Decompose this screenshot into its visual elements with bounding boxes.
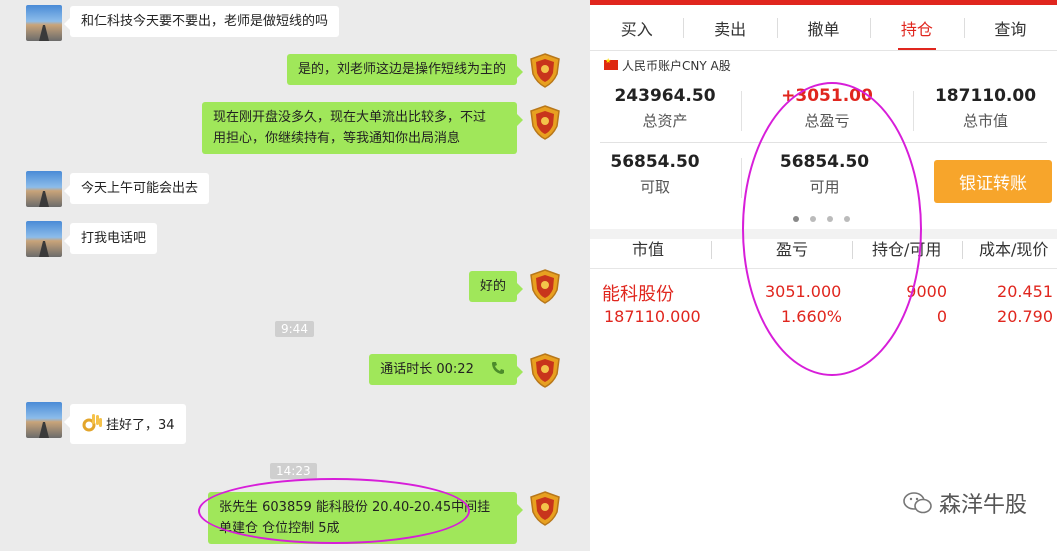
chat-message-left: 今天上午可能会出去 bbox=[63, 173, 210, 204]
chat-message-right: 张先生 603859 能科股份 20.40-20.45中间挂 单建仓 仓位控制 … bbox=[208, 492, 523, 544]
advisor-shield-avatar[interactable] bbox=[527, 490, 563, 526]
ok-hand-emoji-icon bbox=[82, 414, 102, 432]
shield-icon bbox=[530, 105, 560, 140]
page-dot bbox=[810, 216, 816, 222]
tab-sell[interactable]: 卖出 bbox=[683, 5, 776, 50]
chat-timestamp: 9:44 bbox=[275, 321, 314, 337]
header-cost-price[interactable]: 成本/现价 bbox=[979, 239, 1048, 261]
account-label: 人民币账户CNY A股 bbox=[622, 58, 731, 73]
wechat-icon bbox=[903, 492, 932, 514]
message-text-line: 单建仓 仓位控制 5成 bbox=[219, 521, 340, 536]
position-price: 20.790 bbox=[997, 307, 1053, 326]
total-market-value-cell: 187110.00 总市值 bbox=[914, 86, 1057, 131]
total-pnl-value: +3051.00 bbox=[781, 86, 873, 106]
user-avatar[interactable] bbox=[26, 171, 62, 207]
screenshot-root: 和仁科技今天要不要出，老师是做短线的吗 是的，刘老师这边是操作短线为主的 现在刚… bbox=[0, 0, 1057, 551]
section-separator bbox=[590, 229, 1057, 239]
page-dot bbox=[827, 216, 833, 222]
shield-icon bbox=[530, 53, 560, 88]
position-available: 0 bbox=[936, 307, 947, 326]
chat-message-left: 和仁科技今天要不要出，老师是做短线的吗 bbox=[63, 6, 340, 37]
page-indicator[interactable] bbox=[793, 216, 850, 222]
chat-message-left: 打我电话吧 bbox=[63, 223, 158, 254]
header-pnl[interactable]: 盈亏 bbox=[776, 239, 808, 261]
chat-message-right: 现在刚开盘没多久，现在大单流出比较多，不过 用担心，你继续持有，等我通知你出局消… bbox=[202, 102, 523, 154]
position-holding: 9000 bbox=[906, 282, 947, 301]
user-avatar[interactable] bbox=[26, 5, 62, 41]
advisor-shield-avatar[interactable] bbox=[527, 52, 563, 88]
total-pnl-cell: +3051.00 总盈亏 bbox=[742, 86, 912, 131]
header-market-value[interactable]: 市值 bbox=[632, 239, 664, 261]
position-cost: 20.451 bbox=[997, 282, 1053, 301]
call-record-message[interactable]: 通话时长 00:22 bbox=[369, 354, 523, 385]
withdrawable-label: 可取 bbox=[639, 178, 670, 196]
bank-securities-transfer-button[interactable]: 银证转账 bbox=[934, 160, 1052, 203]
message-text: 打我电话吧 bbox=[81, 231, 147, 246]
withdrawable-cell: 56854.50 可取 bbox=[590, 152, 720, 197]
total-assets-value: 243964.50 bbox=[614, 86, 716, 106]
available-label: 可用 bbox=[809, 178, 840, 196]
account-row[interactable]: 人民币账户CNY A股 bbox=[590, 51, 1057, 79]
tab-buy[interactable]: 买入 bbox=[590, 5, 683, 50]
message-text-line: 张先生 603859 能科股份 20.40-20.45中间挂 bbox=[219, 500, 491, 515]
chat-message-left: 挂好了，34 bbox=[64, 404, 186, 444]
total-market-value-label: 总市值 bbox=[962, 112, 1008, 130]
tab-cancel-order[interactable]: 撤单 bbox=[776, 5, 870, 50]
total-assets-label: 总资产 bbox=[642, 112, 688, 130]
position-pnl: 3051.000 bbox=[765, 282, 842, 301]
header-holding-available[interactable]: 持仓/可用 bbox=[872, 239, 941, 261]
position-pnl-percent: 1.660% bbox=[781, 307, 843, 326]
message-text-line: 用担心，你继续持有，等我通知你出局消息 bbox=[213, 131, 461, 146]
advisor-shield-avatar[interactable] bbox=[527, 352, 563, 388]
message-text: 通话时长 00:22 bbox=[380, 362, 474, 377]
shield-icon bbox=[530, 353, 560, 388]
position-market-value: 187110.000 bbox=[604, 307, 701, 326]
china-flag-icon bbox=[604, 57, 618, 70]
chat-message-right: 是的，刘老师这边是操作短线为主的 bbox=[286, 54, 524, 85]
message-text: 好的 bbox=[479, 279, 506, 294]
divider bbox=[711, 241, 712, 259]
advisor-shield-avatar[interactable] bbox=[527, 268, 563, 304]
available-value: 56854.50 bbox=[779, 152, 870, 172]
phone-icon bbox=[492, 362, 504, 374]
user-avatar[interactable] bbox=[26, 221, 62, 257]
watermark: 森洋牛股 bbox=[903, 487, 1027, 519]
trade-tabs: 买入 卖出 撤单 持仓 查询 bbox=[590, 5, 1057, 51]
total-assets-cell: 243964.50 总资产 bbox=[590, 86, 740, 131]
shield-icon bbox=[530, 491, 560, 526]
divider bbox=[852, 241, 853, 259]
watermark-text: 森洋牛股 bbox=[938, 493, 1027, 518]
user-avatar[interactable] bbox=[26, 402, 62, 438]
divider bbox=[962, 241, 963, 259]
withdrawable-value: 56854.50 bbox=[610, 152, 700, 172]
advisor-shield-avatar[interactable] bbox=[527, 104, 563, 140]
divider bbox=[600, 142, 1047, 143]
chat-timestamp: 14:23 bbox=[270, 463, 317, 479]
positions-table-header: 市值 盈亏 持仓/可用 成本/现价 bbox=[590, 239, 1057, 269]
chat-panel: 和仁科技今天要不要出，老师是做短线的吗 是的，刘老师这边是操作短线为主的 现在刚… bbox=[0, 0, 590, 551]
trading-app-panel: 买入 卖出 撤单 持仓 查询 人民币账户CNY A股 243964.50 总资产… bbox=[590, 0, 1057, 551]
available-cell: 56854.50 可用 bbox=[742, 152, 907, 197]
message-text: 挂好了，34 bbox=[106, 418, 175, 433]
message-text: 今天上午可能会出去 bbox=[81, 181, 199, 196]
page-dot bbox=[844, 216, 850, 222]
tab-positions[interactable]: 持仓 bbox=[870, 5, 963, 50]
page-dot-active bbox=[793, 216, 799, 222]
stock-name: 能科股份 bbox=[602, 284, 674, 305]
total-pnl-label: 总盈亏 bbox=[804, 112, 850, 130]
total-market-value: 187110.00 bbox=[934, 86, 1037, 106]
shield-icon bbox=[530, 269, 560, 304]
tab-query[interactable]: 查询 bbox=[963, 5, 1057, 50]
message-text-line: 现在刚开盘没多久，现在大单流出比较多，不过 bbox=[213, 110, 487, 125]
chat-message-right: 好的 bbox=[468, 271, 524, 302]
message-text: 是的，刘老师这边是操作短线为主的 bbox=[297, 62, 506, 77]
account-summary: 243964.50 总资产 +3051.00 总盈亏 187110.00 总市值… bbox=[590, 79, 1057, 229]
message-text: 和仁科技今天要不要出，老师是做短线的吗 bbox=[81, 14, 329, 29]
